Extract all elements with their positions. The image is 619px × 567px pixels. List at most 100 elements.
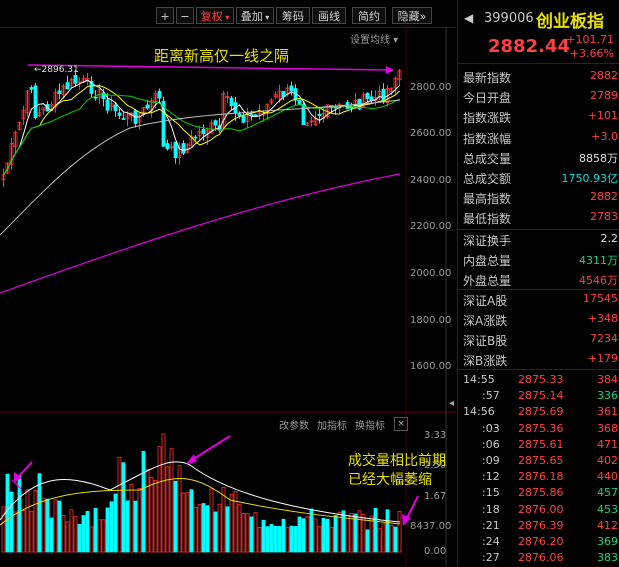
- tick-volume: 383: [597, 551, 618, 565]
- volume-bar: [77, 523, 82, 553]
- volume-bar: [89, 526, 94, 553]
- volume-bar: [109, 501, 114, 553]
- stat-value: 2882: [590, 69, 618, 82]
- volume-bar: [205, 505, 210, 553]
- current-price: 2882.44: [488, 36, 570, 57]
- volume-bar: [81, 515, 86, 553]
- change-indicator-button[interactable]: 换指标: [355, 417, 385, 432]
- candle-body: [145, 104, 150, 109]
- quote-panel: ◀ 399006 创业板指 2882.44 +101.71 +3.66% 最新指…: [457, 0, 619, 566]
- price-tick: 2800.00: [410, 82, 452, 93]
- tick-time: 14:56: [463, 405, 495, 419]
- tick-price: 2875.36: [518, 421, 564, 435]
- candles: [1, 68, 402, 188]
- volume-bar: [289, 525, 294, 553]
- volume-bar: [345, 515, 350, 553]
- stat-label: 最低指数: [463, 212, 512, 227]
- stat-value: +348: [587, 312, 618, 325]
- tick-volume: 361: [597, 405, 618, 419]
- stat-row: 指数涨幅 +3.0: [458, 128, 619, 148]
- volume-bar: [213, 511, 218, 553]
- volume-bar: [93, 507, 98, 553]
- stat-value: 17545: [583, 292, 618, 305]
- tick-price: 2876.06: [518, 551, 564, 565]
- volume-bar: [257, 527, 262, 553]
- prev-stock-icon[interactable]: ◀: [464, 11, 473, 25]
- candle-body: [117, 112, 122, 116]
- volume-bar: [49, 517, 54, 553]
- tick-time: :18: [482, 502, 500, 516]
- high-marker-value: 2896.31: [41, 65, 79, 75]
- volume-bar: [381, 523, 386, 553]
- volume-bar: [193, 507, 198, 553]
- volume-bar: [181, 492, 186, 553]
- volume-bar: [145, 468, 150, 553]
- close-icon[interactable]: ×: [394, 417, 408, 431]
- tick-time: :57: [482, 389, 500, 403]
- candle-body: [33, 85, 38, 119]
- tick-volume: 457: [597, 486, 618, 500]
- tick-price: 2875.33: [518, 373, 564, 386]
- volume-bar: [281, 518, 286, 553]
- stat-value: 4546万: [579, 274, 618, 287]
- volume-bar: [33, 490, 38, 553]
- volume-bars: [1, 433, 402, 553]
- stat-label: 总成交额: [463, 172, 512, 186]
- vol-tick: 8437.00: [410, 521, 452, 532]
- stat-value: 7234: [590, 332, 618, 345]
- vol-tick: 1.67: [424, 491, 447, 502]
- change-params-button[interactable]: 改参数: [279, 417, 309, 432]
- volume-bar: [325, 518, 330, 553]
- stat-value: +179: [587, 352, 618, 365]
- vol-tick: 3.33: [424, 430, 447, 441]
- stat-row: 深证换手 2.2: [458, 230, 619, 250]
- volume-bar: [137, 487, 142, 553]
- stat-label: 最高指数: [463, 192, 512, 207]
- volume-bar: [161, 433, 166, 553]
- volume-bar: [237, 504, 242, 553]
- candle-body: [301, 104, 306, 125]
- stat-label: 内盘总量: [463, 254, 512, 268]
- volume-bar: [129, 483, 134, 553]
- stat-row: 总成交额 1750.93亿: [458, 168, 619, 188]
- stat-label: 指数涨跌: [463, 111, 512, 126]
- volume-bar: [353, 513, 358, 553]
- volume-bar: [53, 499, 58, 553]
- volume-bar: [85, 511, 90, 553]
- stat-row: 总成交量 8858万: [458, 148, 619, 168]
- tick-volume: 368: [597, 421, 618, 435]
- volume-bar: [13, 511, 18, 553]
- stat-label: 外盘总量: [463, 274, 512, 288]
- candle-body: [93, 96, 98, 99]
- stat-row: 最新指数 2882: [458, 67, 619, 87]
- tick-time: :03: [482, 421, 500, 435]
- volume-bar: [385, 509, 390, 553]
- candle-body: [157, 90, 162, 99]
- add-indicator-button[interactable]: 加指标: [317, 417, 347, 432]
- volume-bar: [73, 516, 78, 553]
- stat-value: +101: [587, 109, 618, 123]
- volume-bar: [113, 493, 118, 553]
- volume-bar: [305, 516, 310, 553]
- volume-bar: [245, 513, 250, 553]
- tick-row: :27 2876.06 383: [458, 549, 619, 567]
- volume-bar: [45, 498, 50, 553]
- stat-value: 8858万: [579, 151, 618, 165]
- tick-price: 2875.69: [518, 405, 564, 419]
- volume-bar: [169, 448, 174, 553]
- volume-bar: [297, 516, 302, 553]
- volume-bar: [141, 451, 146, 553]
- volume-bar: [265, 526, 270, 553]
- candle-body: [57, 90, 62, 95]
- annotation-top: 距离新高仅一线之隔: [154, 47, 290, 65]
- volume-bar: [225, 506, 230, 553]
- stat-row: 深证B股 7234: [458, 330, 619, 350]
- volume-bar: [333, 515, 338, 553]
- annotation-volume-line1: 成交量相比前期: [348, 453, 446, 469]
- collapse-panel-icon[interactable]: ◂: [449, 398, 454, 409]
- volume-bar: [309, 508, 314, 553]
- annot-arrow-mid-shaft: [191, 435, 231, 461]
- candle-body: [65, 82, 70, 90]
- annot-arrow-right-shaft: [405, 495, 419, 521]
- divider: [458, 63, 619, 64]
